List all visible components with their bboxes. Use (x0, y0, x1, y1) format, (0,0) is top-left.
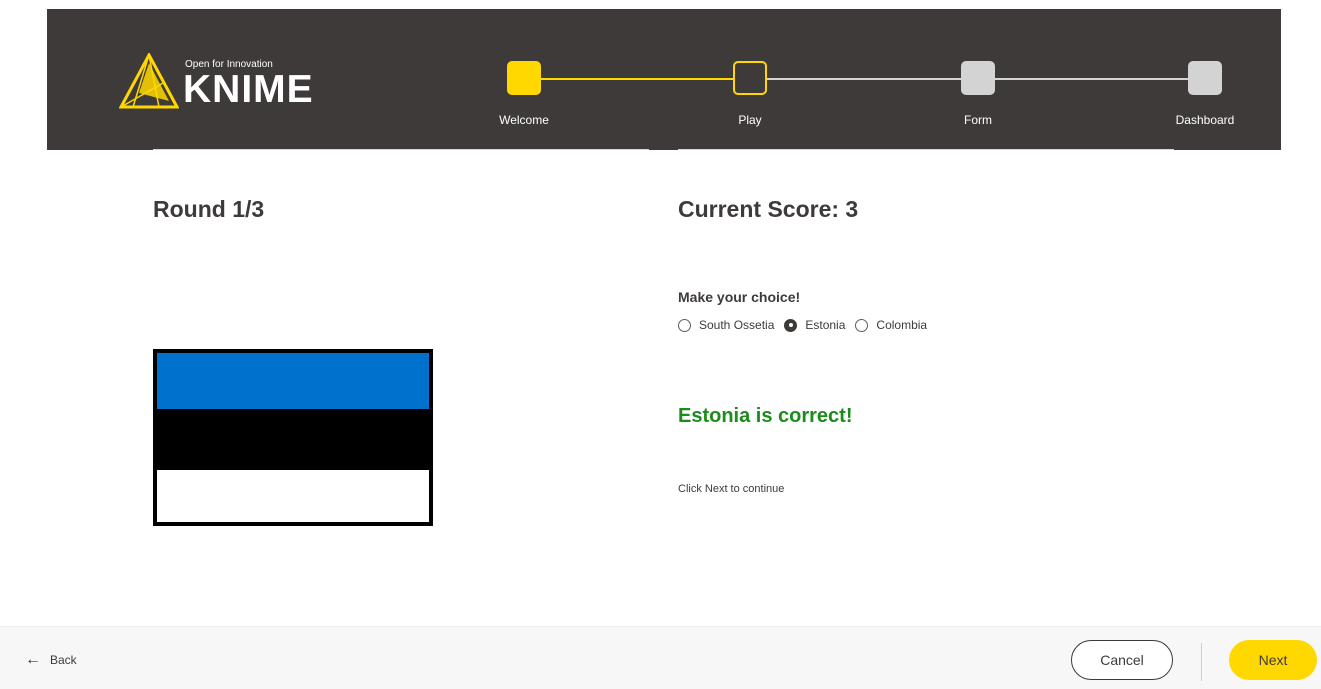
country-radio-group: South Ossetia Estonia Colombia (678, 318, 937, 332)
step-connector-2 (767, 78, 961, 80)
radio-label: Estonia (805, 318, 846, 332)
flag-image (153, 349, 433, 526)
radio-button[interactable] (678, 318, 691, 332)
radio-option-colombia[interactable]: Colombia (855, 318, 927, 332)
radio-option-south-ossetia[interactable]: South Ossetia (678, 318, 774, 332)
knime-triangle-icon (119, 53, 179, 109)
divider-left (153, 149, 649, 150)
step-form-label: Form (964, 113, 992, 127)
round-title: Round 1/3 (153, 196, 265, 222)
step-form-box (961, 61, 995, 95)
step-welcome-box (507, 61, 541, 95)
radio-option-estonia[interactable]: Estonia (784, 318, 845, 332)
footer-divider (1201, 643, 1202, 681)
cancel-button[interactable]: Cancel (1071, 640, 1173, 680)
score-title: Current Score: 3 (678, 196, 859, 222)
flag-stripe-bottom (157, 470, 429, 522)
logo-wordmark: KNIME (183, 68, 314, 111)
step-play-box (733, 61, 767, 95)
radio-label: Colombia (876, 318, 928, 332)
step-dashboard-box (1188, 61, 1222, 95)
result-message: Estonia is correct! (678, 405, 853, 427)
step-welcome-label: Welcome (499, 113, 549, 127)
footer-bar: ← Back Cancel Next (0, 626, 1321, 689)
radio-button-selected[interactable] (784, 318, 798, 332)
divider-right (678, 149, 1174, 150)
next-button[interactable]: Next (1229, 640, 1317, 680)
flag-stripe-top (157, 353, 429, 409)
arrow-left-icon: ← (25, 651, 41, 668)
choice-label: Make your choice! (678, 289, 801, 305)
step-connector-3 (995, 78, 1188, 80)
step-connector-1 (541, 78, 733, 80)
flag-stripe-middle (157, 409, 429, 467)
back-label: Back (50, 653, 77, 667)
radio-button[interactable] (855, 318, 869, 332)
step-play-label: Play (738, 113, 762, 127)
header-banner: Open for Innovation KNIME Welcome Play F… (47, 9, 1281, 150)
knime-logo: Open for Innovation KNIME (119, 53, 329, 111)
radio-label: South Ossetia (699, 318, 775, 332)
hint-text: Click Next to continue (678, 483, 785, 495)
back-button[interactable]: ← Back (25, 651, 77, 668)
step-dashboard-label: Dashboard (1175, 113, 1235, 127)
progress-stepper: Welcome Play Form Dashboard (452, 61, 1234, 141)
